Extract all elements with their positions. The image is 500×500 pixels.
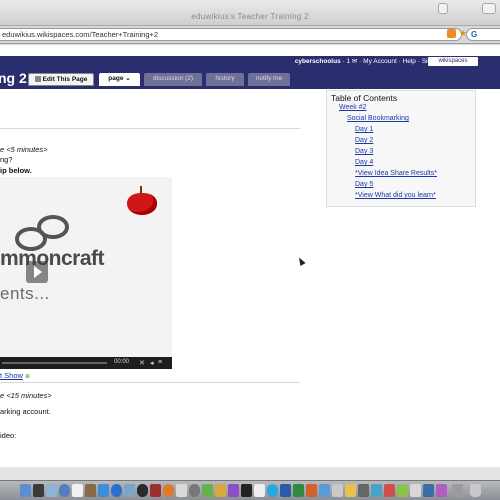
page-title: ng 2 (0, 70, 27, 86)
address-bar: eduwikius.wikispaces.com/Teacher+Trainin… (0, 26, 500, 44)
username-link[interactable]: cyberschoolus (295, 58, 341, 65)
content-line: ideo: (0, 431, 17, 440)
app-icon[interactable] (332, 484, 343, 497)
content-line: arking account. (0, 407, 51, 416)
tab-page[interactable]: page ⌄ (99, 73, 140, 86)
wikispaces-logo[interactable]: wikispaces (428, 57, 478, 66)
toc-item-what-did-you-learn[interactable]: *View What did you learn* (355, 192, 436, 199)
my-account-link[interactable]: My Account (363, 58, 397, 65)
toc-item-week-2[interactable]: Week #2 (339, 104, 367, 111)
divider (0, 128, 300, 129)
video-player[interactable]: mmoncraft ents... 00:00 ✕ ◂ ≡ (0, 177, 172, 369)
itunes-icon[interactable] (111, 484, 122, 497)
screen: { "window": { "title": "eduwikius's Teac… (0, 0, 500, 500)
edit-page-button[interactable]: Edit This Page (28, 73, 94, 86)
iphoto-icon[interactable] (124, 484, 135, 497)
volume-icon[interactable]: ◂ (150, 359, 154, 367)
show-link[interactable]: t Show ⊕ (0, 371, 30, 380)
mail-app-icon[interactable] (46, 484, 57, 497)
content-line: e <15 minutes> (0, 391, 52, 400)
fullscreen-icon[interactable]: ✕ (139, 359, 145, 367)
table-of-contents: Table of Contents Week #2 Social Bookmar… (326, 90, 476, 207)
video-brand-text: mmoncraft (0, 247, 105, 270)
external-link-icon: ⊕ (25, 374, 31, 380)
app-icon[interactable] (436, 484, 447, 497)
toc-item-day-5[interactable]: Day 5 (355, 181, 373, 188)
quicktime-icon[interactable] (137, 484, 148, 497)
app-icon[interactable] (384, 484, 395, 497)
web-page: cyberschoolus · 1 ✉ · My Account · Help … (0, 45, 500, 467)
chevron-down-icon: ⌄ (125, 75, 131, 82)
garageband-icon[interactable] (215, 484, 226, 497)
search-input[interactable]: G (466, 28, 500, 41)
app-icon[interactable] (410, 484, 421, 497)
toc-item-day-2[interactable]: Day 2 (355, 137, 373, 144)
content-line: e <5 minutes> (0, 145, 48, 154)
app-icon[interactable] (423, 484, 434, 497)
status-area (0, 467, 500, 480)
pencil-icon (34, 76, 41, 82)
rss-icon[interactable] (447, 29, 456, 38)
window-title: eduwikius's Teacher Training 2 (191, 12, 309, 21)
system-preferences-icon[interactable] (189, 484, 200, 497)
content-line: ip below. (0, 166, 32, 175)
app-icon[interactable] (358, 484, 369, 497)
play-icon[interactable] (26, 261, 48, 283)
window-resize-button[interactable] (482, 3, 496, 14)
page-title-strip: ng 2 Edit This Page page ⌄ discussion (2… (0, 67, 500, 89)
content-line: ng? (0, 155, 13, 164)
app-icon[interactable] (319, 484, 330, 497)
trash-icon[interactable] (470, 484, 481, 497)
app-icon[interactable] (371, 484, 382, 497)
preview-icon[interactable] (176, 484, 187, 497)
terminal-icon[interactable] (241, 484, 252, 497)
toc-title: Table of Contents (331, 93, 398, 103)
skype-icon[interactable] (267, 484, 278, 497)
divider (0, 382, 300, 383)
downloads-stack-icon[interactable] (452, 484, 463, 497)
toc-item-idea-share-results[interactable]: *View Idea Share Results* (355, 170, 437, 177)
sidebar-toggle-button[interactable] (438, 3, 448, 14)
apple-icon (127, 186, 157, 215)
wiki-nav-links: cyberschoolus · 1 ✉ · My Account · Help … (295, 57, 447, 65)
photo-booth-icon[interactable] (150, 484, 161, 497)
toc-item-day-4[interactable]: Day 4 (355, 159, 373, 166)
addressbook-icon[interactable] (85, 484, 96, 497)
firefox-icon[interactable] (163, 484, 174, 497)
safari-icon[interactable] (59, 484, 70, 497)
message-count[interactable]: 1 (346, 58, 350, 65)
app-icon[interactable] (397, 484, 408, 497)
ical-icon[interactable] (72, 484, 83, 497)
imovie-icon[interactable] (228, 484, 239, 497)
url-input[interactable]: eduwikius.wikispaces.com/Teacher+Trainin… (0, 28, 462, 41)
video-controls: 00:00 ✕ ◂ ≡ (0, 357, 172, 369)
video-time: 00:00 (114, 359, 130, 365)
itunes-store-icon[interactable] (202, 484, 213, 497)
toc-item-day-3[interactable]: Day 3 (355, 148, 373, 155)
wiki-nav-bar: cyberschoolus · 1 ✉ · My Account · Help … (0, 56, 500, 67)
dashboard-icon[interactable] (33, 484, 44, 497)
powerpoint-icon[interactable] (306, 484, 317, 497)
google-search-icon: G (471, 30, 478, 39)
volume-slider[interactable]: ≡ (158, 359, 162, 366)
ichat-icon[interactable] (98, 484, 109, 497)
textedit-icon[interactable] (254, 484, 265, 497)
word-icon[interactable] (280, 484, 291, 497)
dock (0, 480, 500, 500)
help-link[interactable]: Help (403, 58, 416, 65)
tab-discussion[interactable]: discussion (2) (144, 73, 202, 86)
seek-bar[interactable] (2, 362, 107, 364)
finder-icon[interactable] (20, 484, 31, 497)
tab-history[interactable]: history (206, 73, 244, 86)
toc-item-day-1[interactable]: Day 1 (355, 126, 373, 133)
video-subtitle-text: ents... (0, 284, 50, 303)
excel-icon[interactable] (293, 484, 304, 497)
browser-title-bar: eduwikius's Teacher Training 2 (0, 0, 500, 26)
tab-notify[interactable]: notify me (248, 73, 290, 86)
mouse-cursor-icon (296, 256, 306, 266)
toc-item-social-bookmarking[interactable]: Social Bookmarking (347, 115, 409, 122)
app-icon[interactable] (345, 484, 356, 497)
